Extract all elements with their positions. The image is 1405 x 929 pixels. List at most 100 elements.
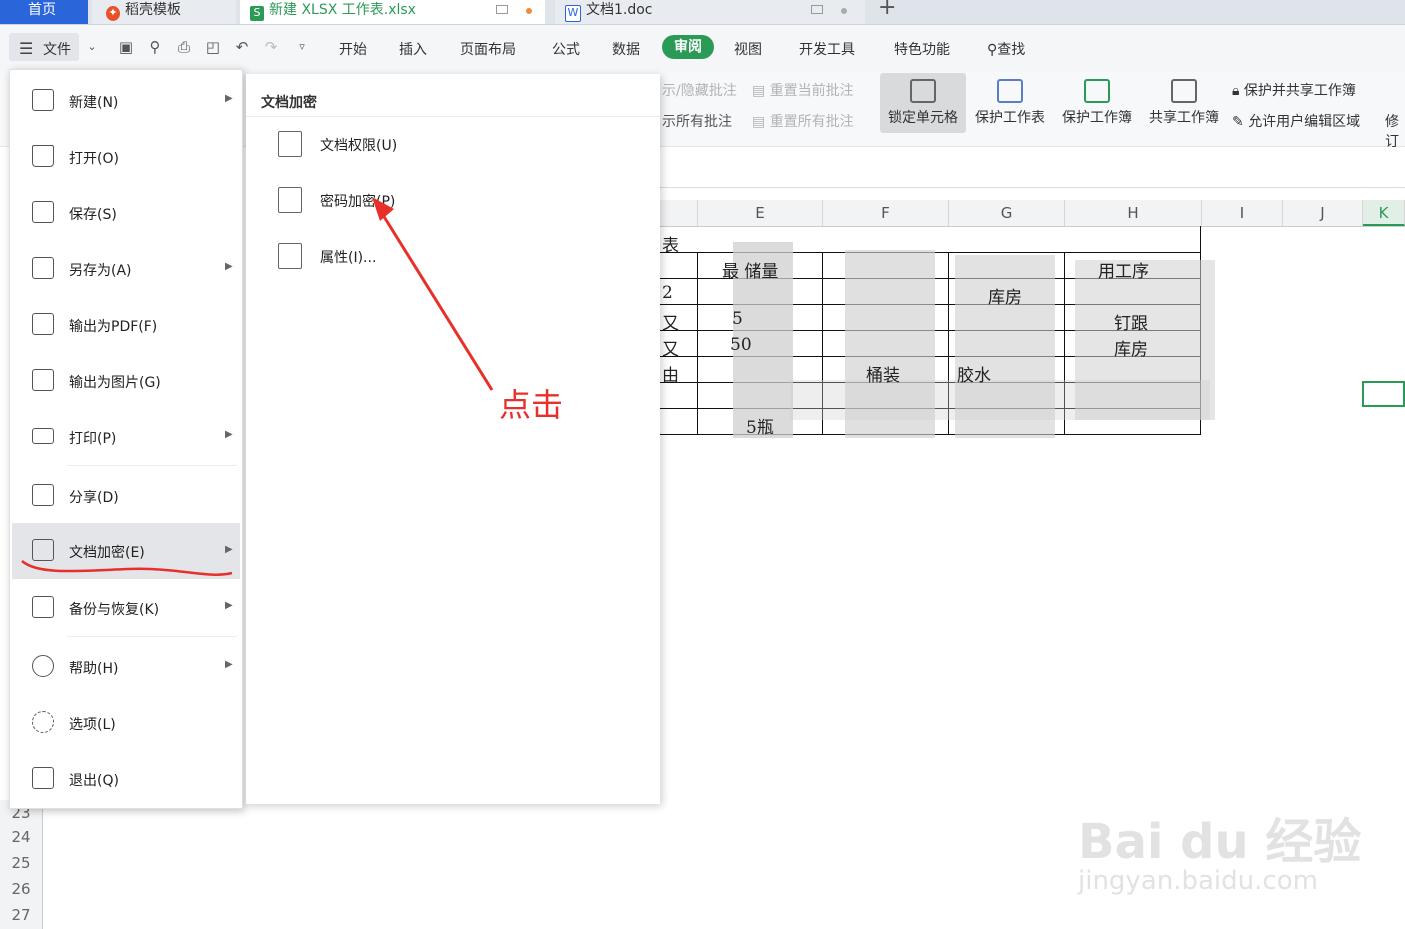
- share-workbook-button[interactable]: 共享工作簿: [1141, 73, 1227, 133]
- file-menu-button[interactable]: ☰ 文件: [9, 33, 79, 61]
- menu-page-layout[interactable]: 页面布局: [460, 39, 516, 59]
- file-menu-options[interactable]: 选项(L): [12, 700, 240, 746]
- monitor-icon[interactable]: [811, 5, 823, 14]
- red-underline-annotation: [21, 560, 233, 576]
- cell-r4e[interactable]: 50: [730, 335, 752, 355]
- file-menu-print[interactable]: 打印(P) ▶: [12, 414, 240, 460]
- cell-r4a[interactable]: 又: [662, 335, 679, 360]
- file-menu-share[interactable]: 分享(D): [12, 473, 240, 519]
- column-header-f[interactable]: F: [823, 200, 949, 226]
- show-hide-comments-button[interactable]: 示/隐藏批注: [662, 80, 737, 100]
- monitor-icon[interactable]: [496, 5, 508, 14]
- column-header-i[interactable]: I: [1202, 200, 1283, 226]
- revise-button[interactable]: 修订: [1385, 111, 1405, 151]
- customize-toolbar-icon[interactable]: ▿: [294, 39, 310, 55]
- cell-barrel[interactable]: 桶装: [866, 361, 900, 386]
- file-menu-new[interactable]: 新建(N) ▶: [12, 78, 240, 124]
- tab-home-label: 首页: [28, 2, 56, 18]
- file-menu-export-image[interactable]: 输出为图片(G): [12, 358, 240, 404]
- file-menu-help[interactable]: 帮助(H) ▶: [12, 644, 240, 690]
- search-label: 查找: [997, 42, 1026, 58]
- menu-insert[interactable]: 插入: [399, 39, 427, 59]
- backup-icon: [32, 596, 54, 618]
- row-header[interactable]: 24: [0, 824, 42, 850]
- protect-and-share-button[interactable]: 🔒︎ 保护并共享工作簿: [1232, 80, 1356, 100]
- cell-process-header[interactable]: 用工序: [1098, 257, 1149, 282]
- column-header-g[interactable]: G: [949, 200, 1065, 226]
- tab-xlsx-file[interactable]: S 新建 XLSX 工作表.xlsx: [240, 0, 545, 24]
- file-menu-export-pdf[interactable]: 输出为PDF(F): [12, 302, 240, 348]
- protect-sheet-button[interactable]: 保护工作表: [967, 73, 1053, 133]
- file-menu-export-pdf-label: 输出为PDF(F): [69, 319, 158, 335]
- red-arrow-annotation: [372, 197, 494, 391]
- file-menu-export-image-label: 输出为图片(G): [69, 375, 161, 391]
- file-menu-backup-restore[interactable]: 备份与恢复(K) ▶: [12, 585, 240, 631]
- column-header-h[interactable]: H: [1065, 200, 1202, 226]
- encryption-submenu: 文档加密 文档权限(U) 密码加密(P) 属性(I)...: [246, 74, 660, 804]
- tab-doc-file[interactable]: W 文档1.doc: [555, 0, 865, 24]
- column-header-d[interactable]: [660, 200, 698, 226]
- click-annotation-label: 点击: [499, 386, 564, 424]
- undo-icon[interactable]: ↶: [234, 39, 250, 55]
- lock-cell-button[interactable]: 锁定单元格: [880, 73, 966, 133]
- menu-start[interactable]: 开始: [339, 39, 367, 59]
- file-menu-exit[interactable]: 退出(Q): [12, 756, 240, 802]
- row-header[interactable]: 25: [0, 850, 42, 876]
- menu-special-features[interactable]: 特色功能: [894, 39, 950, 59]
- chevron-right-icon: ▶: [225, 429, 233, 440]
- reset-all-comments-button[interactable]: ▤ 重置所有批注: [752, 111, 854, 131]
- show-all-comments-button[interactable]: 示所有批注: [662, 111, 732, 131]
- file-menu-save[interactable]: 保存(S): [12, 190, 240, 236]
- password-lock-icon: [278, 187, 302, 213]
- new-tab-button[interactable]: +: [878, 0, 906, 24]
- print-preview-icon[interactable]: ◰: [205, 39, 221, 55]
- allow-edit-ranges-button[interactable]: ✎ 允许用户编辑区域: [1232, 111, 1360, 131]
- cell-storage-header[interactable]: 最 储量: [722, 257, 778, 282]
- cell-r3e[interactable]: 5: [732, 309, 743, 329]
- protect-workbook-button[interactable]: 保护工作簿: [1054, 73, 1140, 133]
- exit-icon: [32, 767, 54, 789]
- protect-workbook-label: 保护工作簿: [1062, 110, 1132, 126]
- cell-r5a[interactable]: 由: [662, 361, 679, 386]
- cell-warehouse[interactable]: 库房: [988, 283, 1022, 308]
- menu-view[interactable]: 视图: [734, 39, 762, 59]
- cell-five-bottles[interactable]: 5瓶: [746, 413, 774, 438]
- menu-data[interactable]: 数据: [612, 39, 640, 59]
- column-header-j[interactable]: J: [1283, 200, 1363, 226]
- selected-cell[interactable]: [1362, 381, 1405, 407]
- format-painter-icon[interactable]: ⚲: [147, 39, 163, 55]
- folder-open-icon: [32, 145, 54, 167]
- close-dot-icon[interactable]: [841, 8, 847, 14]
- tab-home[interactable]: 首页: [0, 0, 88, 24]
- row-header[interactable]: 26: [0, 876, 42, 902]
- formula-bar[interactable]: [660, 147, 1405, 188]
- cell-r3a[interactable]: 又: [662, 309, 679, 334]
- file-menu-options-label: 选项(L): [69, 717, 116, 733]
- cell-title-fragment[interactable]: 表: [662, 231, 679, 256]
- cell-glue[interactable]: 胶水: [957, 361, 991, 386]
- redo-icon[interactable]: ↷: [263, 39, 279, 55]
- document-permissions-label: 文档权限(U): [320, 138, 398, 154]
- baidu-watermark-url: jingyan.baidu.com: [1078, 866, 1318, 896]
- print-icon[interactable]: ⎙: [176, 39, 192, 55]
- file-menu: 新建(N) ▶ 打开(O) 保存(S) 另存为(A) ▶ 输出为PDF(F) 输…: [9, 69, 243, 809]
- lock-icon: 🔒︎: [1232, 83, 1244, 99]
- tab-daoke-templates[interactable]: ✦ 稻壳模板: [92, 0, 236, 24]
- menu-review[interactable]: 审阅: [662, 35, 714, 59]
- cell-r4h[interactable]: 库房: [1114, 335, 1148, 360]
- chevron-down-icon[interactable]: ⌄: [84, 39, 100, 55]
- tab-bar: 首页 ✦ 稻壳模板 S 新建 XLSX 工作表.xlsx W 文档1.doc +: [0, 0, 1405, 25]
- column-header-e[interactable]: E: [698, 200, 823, 226]
- save-icon[interactable]: ▣: [118, 39, 134, 55]
- search-button[interactable]: ⚲查找: [987, 39, 1025, 59]
- submenu-document-permissions[interactable]: 文档权限(U): [246, 119, 660, 169]
- menu-developer[interactable]: 开发工具: [799, 39, 855, 59]
- cell-nail[interactable]: 钉跟: [1114, 309, 1148, 334]
- reset-current-comment-button[interactable]: ▤ 重置当前批注: [752, 80, 854, 100]
- menu-formulas[interactable]: 公式: [552, 39, 580, 59]
- column-header-k[interactable]: K: [1363, 200, 1405, 226]
- cell-r2a[interactable]: 2: [662, 283, 673, 303]
- file-menu-save-as[interactable]: 另存为(A) ▶: [12, 246, 240, 292]
- row-header[interactable]: 27: [0, 902, 42, 928]
- file-menu-open[interactable]: 打开(O): [12, 134, 240, 180]
